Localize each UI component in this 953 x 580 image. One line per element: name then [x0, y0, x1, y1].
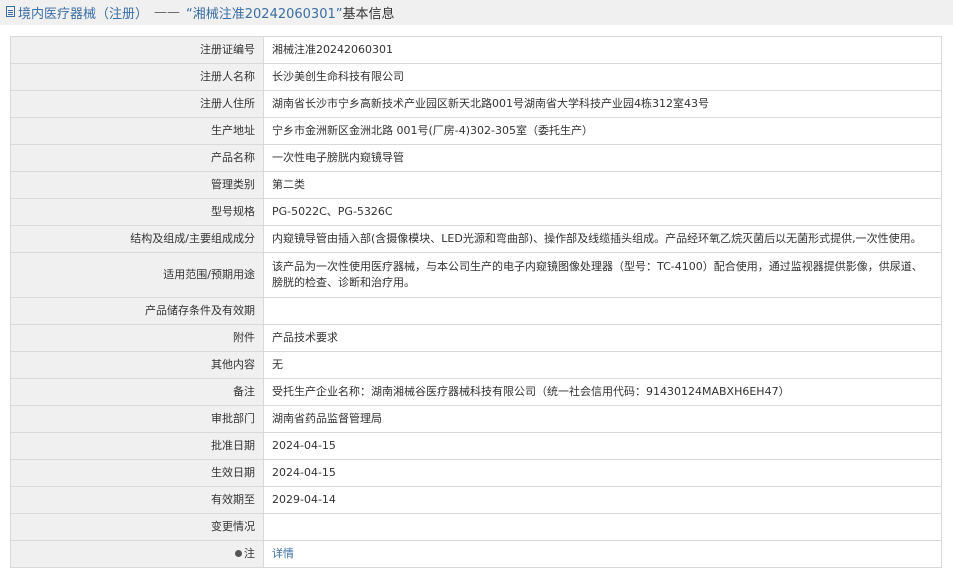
- field-label: 结构及组成/主要组成成分: [10, 225, 264, 253]
- field-value: 2024-04-15: [263, 459, 942, 487]
- field-label: 管理类别: [10, 171, 264, 199]
- field-label: 注册人名称: [10, 63, 264, 91]
- table-row: 变更情况: [10, 513, 942, 541]
- field-value: 长沙美创生命科技有限公司: [263, 63, 942, 91]
- table-row: 备注 受托生产企业名称：湖南湘械谷医疗器械科技有限公司（统一社会信用代码：914…: [10, 378, 942, 406]
- field-value: 无: [263, 351, 942, 379]
- page: 境内医疗器械（注册） —— “湘械注准20242060301” 基本信息 注册证…: [0, 0, 953, 580]
- field-value: [263, 513, 942, 541]
- table-row: 生效日期 2024-04-15: [10, 459, 942, 487]
- table-row: 注册人名称 长沙美创生命科技有限公司: [10, 63, 942, 91]
- field-label: 生产地址: [10, 117, 264, 145]
- detail-table: 注册证编号 湘械注准20242060301 注册人名称 长沙美创生命科技有限公司…: [10, 36, 942, 568]
- table-row: 审批部门 湖南省药品监督管理局: [10, 405, 942, 433]
- field-label: 生效日期: [10, 459, 264, 487]
- note-label: 注: [244, 547, 255, 560]
- field-value: 2029-04-14: [263, 486, 942, 514]
- page-header: 境内医疗器械（注册） —— “湘械注准20242060301” 基本信息: [0, 0, 953, 25]
- details-link[interactable]: 详情: [272, 547, 294, 560]
- table-row: 附件 产品技术要求: [10, 324, 942, 352]
- field-value: PG-5022C、PG-5326C: [263, 198, 942, 226]
- field-label: 批准日期: [10, 432, 264, 460]
- table-row: 产品储存条件及有效期: [10, 297, 942, 325]
- field-value: 湖南省长沙市宁乡高新技术产业园区新天北路001号湖南省大学科技产业园4栋312室…: [263, 90, 942, 118]
- field-value: 产品技术要求: [263, 324, 942, 352]
- table-row: 型号规格 PG-5022C、PG-5326C: [10, 198, 942, 226]
- field-label: 附件: [10, 324, 264, 352]
- field-label: 适用范围/预期用途: [10, 252, 264, 298]
- header-separator: ——: [154, 5, 181, 20]
- header-record-title: “湘械注准20242060301”: [186, 7, 343, 22]
- field-value: 第二类: [263, 171, 942, 199]
- field-value: 宁乡市金洲新区金洲北路 001号(厂房-4)302-305室（委托生产）: [263, 117, 942, 145]
- table-row: 管理类别 第二类: [10, 171, 942, 199]
- table-row: 产品名称 一次性电子膀胱内窥镜导管: [10, 144, 942, 172]
- table-row: 生产地址 宁乡市金洲新区金洲北路 001号(厂房-4)302-305室（委托生产…: [10, 117, 942, 145]
- table-row: 适用范围/预期用途 该产品为一次性使用医疗器械，与本公司生产的电子内窥镜图像处理…: [10, 252, 942, 298]
- field-label: 产品名称: [10, 144, 264, 172]
- field-value: 湘械注准20242060301: [263, 36, 942, 64]
- table-row: 结构及组成/主要组成成分 内窥镜导管由插入部(含摄像模块、LED光源和弯曲部)、…: [10, 225, 942, 253]
- field-label: 产品储存条件及有效期: [10, 297, 264, 325]
- note-label-cell: 注: [10, 540, 264, 568]
- field-value: 该产品为一次性使用医疗器械，与本公司生产的电子内窥镜图像处理器（型号：TC-41…: [263, 252, 942, 298]
- header-suffix: 基本信息: [342, 7, 395, 22]
- field-value: [263, 297, 942, 325]
- field-label: 注册人住所: [10, 90, 264, 118]
- header-category: 境内医疗器械（注册）: [18, 7, 149, 22]
- field-value: 受托生产企业名称：湖南湘械谷医疗器械科技有限公司（统一社会信用代码：914301…: [263, 378, 942, 406]
- table-row: 注册人住所 湖南省长沙市宁乡高新技术产业园区新天北路001号湖南省大学科技产业园…: [10, 90, 942, 118]
- table-row: 注册证编号 湘械注准20242060301: [10, 36, 942, 64]
- table-row: 其他内容 无: [10, 351, 942, 379]
- field-label: 审批部门: [10, 405, 264, 433]
- field-value: 湖南省药品监督管理局: [263, 405, 942, 433]
- note-value-cell: 详情: [263, 540, 942, 568]
- field-label: 型号规格: [10, 198, 264, 226]
- field-label: 备注: [10, 378, 264, 406]
- field-value: 内窥镜导管由插入部(含摄像模块、LED光源和弯曲部)、操作部及线缆插头组成。产品…: [263, 225, 942, 253]
- field-label: 注册证编号: [10, 36, 264, 64]
- table-row: 批准日期 2024-04-15: [10, 432, 942, 460]
- note-row: 注 详情: [10, 540, 942, 568]
- field-label: 其他内容: [10, 351, 264, 379]
- bullet-icon: [235, 550, 242, 557]
- field-value: 一次性电子膀胱内窥镜导管: [263, 144, 942, 172]
- field-label: 有效期至: [10, 486, 264, 514]
- field-value: 2024-04-15: [263, 432, 942, 460]
- field-label: 变更情况: [10, 513, 264, 541]
- table-row: 有效期至 2029-04-14: [10, 486, 942, 514]
- document-icon: [6, 6, 15, 17]
